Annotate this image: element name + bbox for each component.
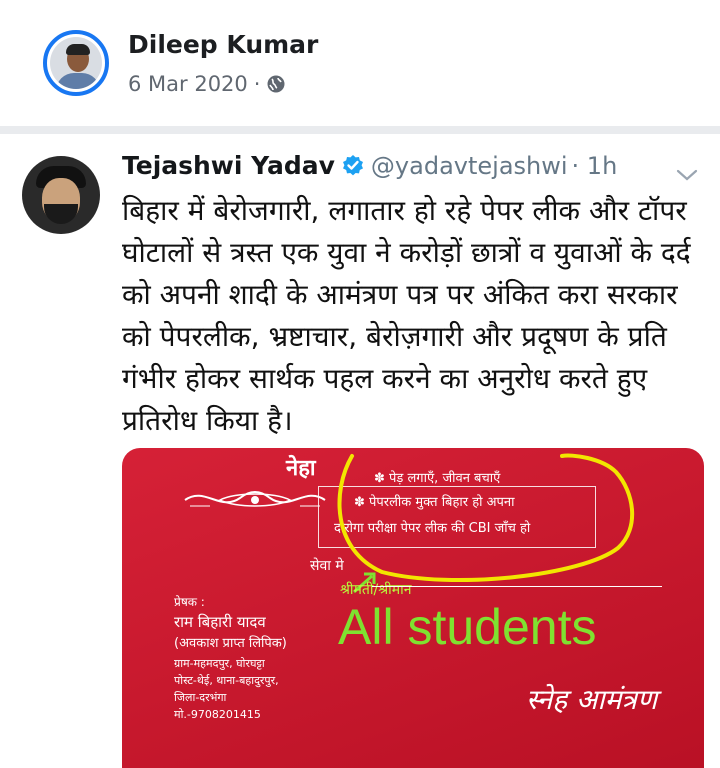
sender-name: राम बिहारी यादव — [174, 613, 266, 631]
sender-label: प्रेषक : — [174, 595, 205, 609]
post-meta: 6 Mar 2020 · — [128, 72, 286, 96]
chevron-down-icon[interactable] — [676, 168, 698, 182]
tweet-time[interactable]: · 1h — [572, 152, 618, 180]
verified-icon — [342, 154, 363, 175]
sender-address: पोस्ट-थेई, थाना-बहादुरपुर, — [174, 674, 279, 687]
tweet-author-avatar[interactable] — [22, 156, 100, 234]
sender-block: प्रेषक : राम बिहारी यादव (अवकाश प्राप्त … — [174, 594, 354, 723]
tweet-header: Tejashwi Yadav @yadavtejashwi · 1h — [122, 151, 617, 180]
card-to-label: सेवा मे — [310, 558, 344, 574]
tweet-author-name[interactable]: Tejashwi Yadav — [122, 151, 335, 180]
overlay-text: All students — [338, 599, 597, 655]
invitation-card-image[interactable]: नेहा ✽ पेड़ लगाएँ, जीवन बचाएँ ✽ पेपरलीक … — [122, 448, 704, 768]
avatar-photo — [50, 37, 102, 89]
sender-address: ग्राम-महमदपुर, घोरघट्टा — [174, 657, 265, 670]
recipient-line — [372, 586, 662, 587]
author-avatar[interactable] — [43, 30, 109, 96]
globe-icon[interactable] — [266, 74, 286, 94]
sender-phone: मो.-9708201415 — [174, 708, 261, 721]
sender-district: जिला-दरभंगा — [174, 691, 227, 704]
invitation-brand: स्नेह आमंत्रण — [526, 683, 658, 716]
meta-separator: · — [253, 72, 261, 96]
author-name[interactable]: Dileep Kumar — [128, 30, 318, 59]
post-divider — [0, 126, 720, 134]
post-date[interactable]: 6 Mar 2020 — [128, 72, 248, 96]
ornament-icon — [184, 491, 326, 507]
highlight-circle — [337, 453, 634, 582]
sender-title: (अवकाश प्राप्त लिपिक) — [174, 636, 287, 651]
tweet-handle[interactable]: @yadavtejashwi — [371, 152, 568, 180]
tweet-text: बिहार में बेरोजगारी, लगातार हो रहे पेपर … — [122, 194, 691, 437]
tweet-card: Tejashwi Yadav @yadavtejashwi · 1h बिहार… — [0, 134, 720, 768]
post-header: Dileep Kumar 6 Mar 2020 · — [0, 0, 720, 122]
